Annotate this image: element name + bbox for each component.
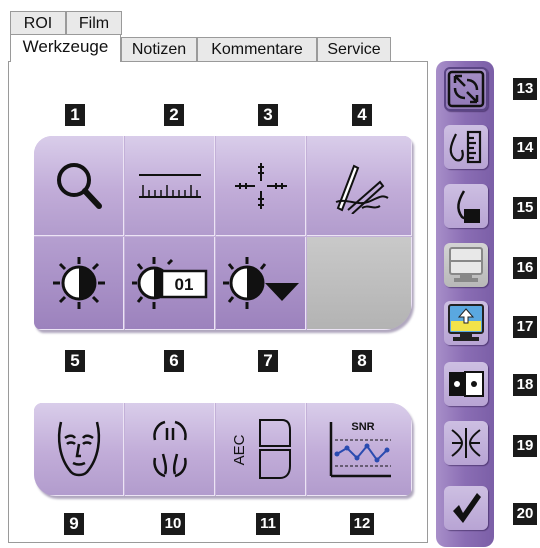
- toolbar-number-label: 20: [513, 503, 537, 525]
- mirror-compare-icon: [152, 420, 187, 478]
- toolbar-number-label: 18: [513, 374, 537, 396]
- magnifier-button[interactable]: [34, 136, 124, 236]
- tool-number-label: 3: [258, 104, 278, 126]
- annotation-pen-button[interactable]: [307, 136, 412, 236]
- measure-droplet-icon: [449, 130, 482, 164]
- crosshair-button[interactable]: [216, 136, 306, 236]
- contrast-icon: [52, 257, 105, 309]
- svg-text:AEC: AEC: [231, 434, 248, 465]
- tab-service[interactable]: Service: [317, 37, 391, 61]
- tool-number-label: 9: [64, 513, 84, 535]
- toolbar-number-label: 13: [513, 78, 537, 100]
- fit-view-icon: [447, 70, 485, 108]
- tool-number-label: 11: [256, 513, 280, 535]
- tool-number-label: 10: [161, 513, 185, 535]
- converge-icon: [451, 428, 481, 458]
- aec-icon: AEC: [231, 419, 291, 479]
- tool-number-label: 1: [65, 104, 85, 126]
- converge-button[interactable]: [444, 421, 488, 465]
- aec-button[interactable]: AEC: [216, 403, 306, 496]
- monitor-split-icon: [449, 247, 483, 282]
- toolbar-number-label: 16: [513, 257, 537, 279]
- tab-kommentare[interactable]: Kommentare: [197, 37, 317, 61]
- monitor-upload-icon: [448, 304, 484, 341]
- mirror-compare-button[interactable]: [125, 403, 215, 496]
- contrast-dropdown-icon: [222, 257, 299, 309]
- analysis-tools-group: AEC SNR: [34, 403, 412, 496]
- monitor-split-button[interactable]: [444, 243, 488, 287]
- tab-werkzeuge[interactable]: Werkzeuge: [10, 34, 121, 62]
- contrast-button[interactable]: [34, 237, 124, 330]
- tool-number-label: 6: [164, 350, 184, 372]
- snr-button[interactable]: SNR: [307, 403, 412, 496]
- toolbar-number-label: 14: [513, 137, 537, 159]
- checkmark-icon: [453, 493, 481, 523]
- ruler-icon: [138, 173, 201, 198]
- toolbar-number-label: 19: [513, 435, 537, 457]
- toolbar-number-label: 15: [513, 197, 537, 219]
- face-icon: [57, 421, 100, 477]
- snr-chart-icon: SNR: [329, 421, 391, 478]
- dual-dot-icon: [449, 371, 484, 397]
- fit-view-button[interactable]: [444, 67, 488, 111]
- tab-film[interactable]: Film: [66, 11, 122, 35]
- face-tool-button[interactable]: [34, 403, 124, 496]
- droplet-button[interactable]: [444, 184, 488, 228]
- tool-number-label: 2: [164, 104, 184, 126]
- svg-text:SNR: SNR: [351, 421, 374, 433]
- dual-dot-button[interactable]: [444, 362, 488, 406]
- tab-notizen[interactable]: Notizen: [121, 37, 197, 61]
- toolbar-number-label: 17: [513, 316, 537, 338]
- svg-text:01: 01: [174, 275, 193, 294]
- annotation-pen-icon: [335, 164, 389, 214]
- contrast-preset-button[interactable]: 01: [125, 237, 215, 330]
- magnifier-icon: [56, 162, 102, 209]
- tab-roi[interactable]: ROI: [10, 11, 66, 35]
- confirm-button[interactable]: [444, 486, 488, 530]
- ruler-button[interactable]: [125, 136, 215, 236]
- empty-tool-slot: [307, 237, 412, 330]
- tool-number-label: 12: [350, 513, 374, 535]
- tool-number-label: 8: [352, 350, 372, 372]
- tool-number-label: 7: [258, 350, 278, 372]
- monitor-upload-button[interactable]: [444, 301, 488, 345]
- droplet-icon: [457, 190, 480, 223]
- crosshair-icon: [234, 162, 287, 209]
- contrast-preset-icon: 01: [131, 257, 207, 309]
- tool-number-label: 4: [352, 104, 372, 126]
- measure-droplet-button[interactable]: [444, 125, 488, 169]
- contrast-dropdown-button[interactable]: [216, 237, 306, 330]
- tool-number-label: 5: [65, 350, 85, 372]
- image-tools-group: 01: [34, 136, 412, 330]
